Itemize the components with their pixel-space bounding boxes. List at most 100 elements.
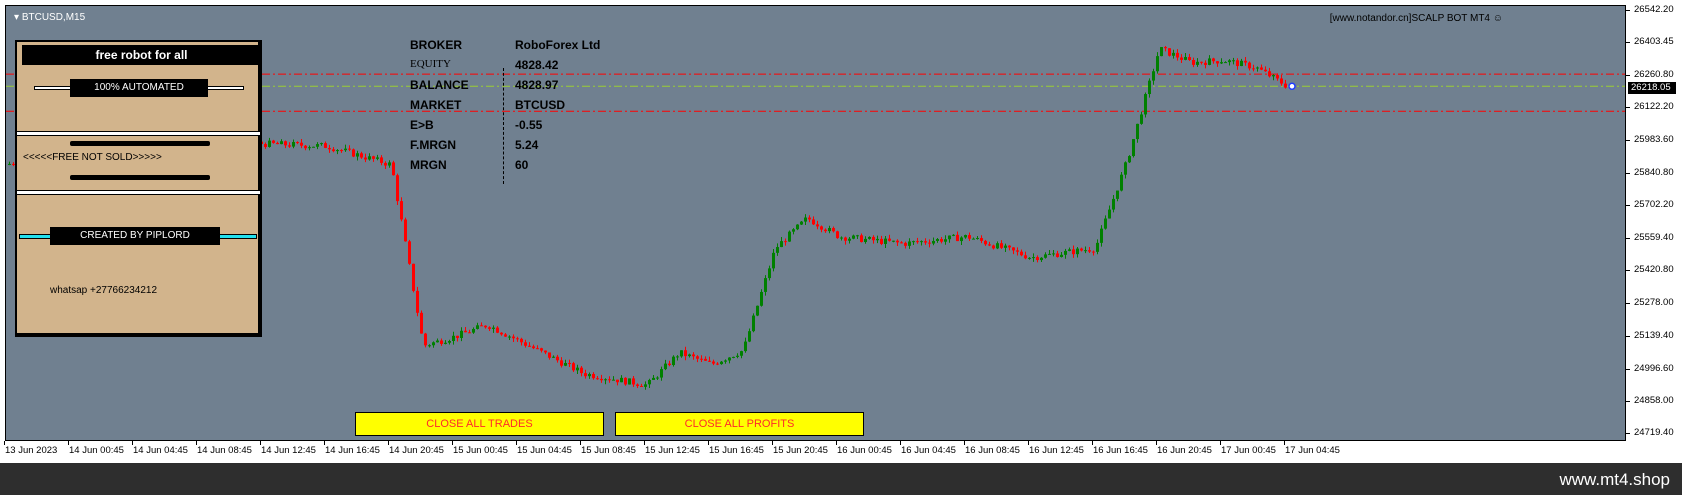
price-tick-label: 25983.60 xyxy=(1634,133,1674,145)
candle-body xyxy=(716,363,719,365)
candle-body xyxy=(1028,257,1031,259)
candle-body xyxy=(400,201,403,220)
time-tick-label: 15 Jun 16:45 xyxy=(709,445,764,456)
price-tick-label: 26122.20 xyxy=(1634,101,1674,113)
candle-body xyxy=(300,142,303,146)
candle-body xyxy=(340,150,343,152)
candle-body xyxy=(808,217,811,220)
close-all-profits-button[interactable]: CLOSE ALL PROFITS xyxy=(615,412,864,436)
candle-body xyxy=(1284,83,1287,88)
candle-body xyxy=(356,153,359,157)
candle-body xyxy=(1256,67,1259,69)
time-tick-label: 16 Jun 04:45 xyxy=(901,445,956,456)
candle-body xyxy=(336,150,339,152)
panel-dark-line xyxy=(70,141,210,146)
price-tick-mark xyxy=(1626,270,1630,272)
price-tick-mark xyxy=(1626,400,1630,402)
candle-body xyxy=(612,379,615,381)
candle-body xyxy=(1168,48,1171,56)
candle-body xyxy=(436,340,439,343)
time-tick-mark xyxy=(1220,441,1221,445)
candle-body xyxy=(508,336,511,338)
candle-body xyxy=(576,367,579,371)
candle-body xyxy=(900,242,903,244)
fmrgn-label: F.MRGN xyxy=(410,138,456,152)
candle-body xyxy=(912,241,915,243)
candle-body xyxy=(456,335,459,338)
candle-body xyxy=(1064,250,1067,255)
candle-body xyxy=(1152,71,1155,81)
candle-body xyxy=(780,241,783,248)
candle-body xyxy=(876,238,879,241)
candle-body xyxy=(1084,250,1087,252)
candle-body xyxy=(816,224,819,227)
candle-body xyxy=(1060,254,1063,258)
symbol-label[interactable]: ▾ BTCUSD,M15 xyxy=(14,12,85,23)
candle-body xyxy=(736,355,739,357)
candle-body xyxy=(1032,257,1035,259)
time-tick-mark xyxy=(772,441,773,445)
close-all-trades-button[interactable]: CLOSE ALL TRADES xyxy=(355,412,604,436)
candle-body xyxy=(684,350,687,357)
candle-body xyxy=(932,240,935,244)
candle-body xyxy=(828,228,831,232)
equity-label: EQUITY xyxy=(410,58,451,70)
candle-body xyxy=(1020,251,1023,256)
candle-body xyxy=(700,358,703,360)
chevron-down-icon[interactable]: ▾ xyxy=(14,12,19,23)
candle-body xyxy=(480,325,483,327)
price-tick-mark xyxy=(1626,238,1630,240)
time-axis[interactable]: 13 Jun 2023 14 Jun 00:45 14 Jun 04:45 14 Ju… xyxy=(0,441,1626,463)
candle-body xyxy=(1116,190,1119,199)
candle-body xyxy=(464,330,467,333)
time-tick-label: 15 Jun 08:45 xyxy=(581,445,636,456)
candle-body xyxy=(444,342,447,344)
candle-body xyxy=(944,239,947,242)
price-tick-mark xyxy=(1626,204,1630,206)
candle-body xyxy=(728,357,731,361)
eb-value: -0.55 xyxy=(515,118,543,132)
time-tick-label: 17 Jun 00:45 xyxy=(1221,445,1276,456)
candle-body xyxy=(756,305,759,316)
chart-window[interactable]: ▾ BTCUSD,M15 [www.notandor.cn]SCALP BOT … xyxy=(0,0,1682,463)
trade-marker[interactable] xyxy=(1288,82,1296,90)
candle-body xyxy=(540,348,543,351)
time-tick-mark xyxy=(1156,441,1157,445)
ea-brand-label: [www.notandor.cn]SCALP BOT MT4 ☺ xyxy=(1330,13,1503,24)
time-tick-mark xyxy=(452,441,453,445)
price-tick-mark xyxy=(1626,335,1630,337)
price-tick-label: 24719.40 xyxy=(1634,427,1674,438)
candle-body xyxy=(516,338,519,340)
price-axis[interactable]: 26542.20 26403.45 26260.80 26122.20 25983.60… xyxy=(1626,0,1682,445)
candle-body xyxy=(668,363,671,366)
candle-body xyxy=(1112,198,1115,210)
candle-body xyxy=(1016,250,1019,252)
candle-body xyxy=(1232,60,1235,62)
candle-body xyxy=(572,363,575,371)
time-tick-mark xyxy=(1028,441,1029,445)
candle-body xyxy=(592,373,595,379)
candle-body xyxy=(1040,257,1043,261)
candle-body xyxy=(968,235,971,239)
time-tick-label: 14 Jun 08:45 xyxy=(197,445,252,456)
candle-body xyxy=(1100,228,1103,243)
candle-body xyxy=(1160,47,1163,57)
candle-body xyxy=(424,333,427,346)
candle-body xyxy=(652,377,655,380)
candle-body xyxy=(924,241,927,243)
candle-body xyxy=(1092,251,1095,253)
ea-brand-text: [www.notandor.cn]SCALP BOT MT4 xyxy=(1329,13,1490,24)
market-label: MARKET xyxy=(410,98,462,112)
price-tick-label: 25840.80 xyxy=(1634,166,1674,178)
candle-body xyxy=(1096,242,1099,252)
candle-body xyxy=(312,146,315,148)
candle-body xyxy=(1248,62,1251,69)
time-tick-mark xyxy=(4,441,5,445)
candle-body xyxy=(1000,243,1003,248)
candle-body xyxy=(308,147,311,149)
candle-body xyxy=(396,175,399,202)
candle-body xyxy=(972,238,975,240)
automated-badge: 100% AUTOMATED xyxy=(70,79,208,97)
time-tick-mark xyxy=(580,441,581,445)
candle-body xyxy=(1008,245,1011,248)
